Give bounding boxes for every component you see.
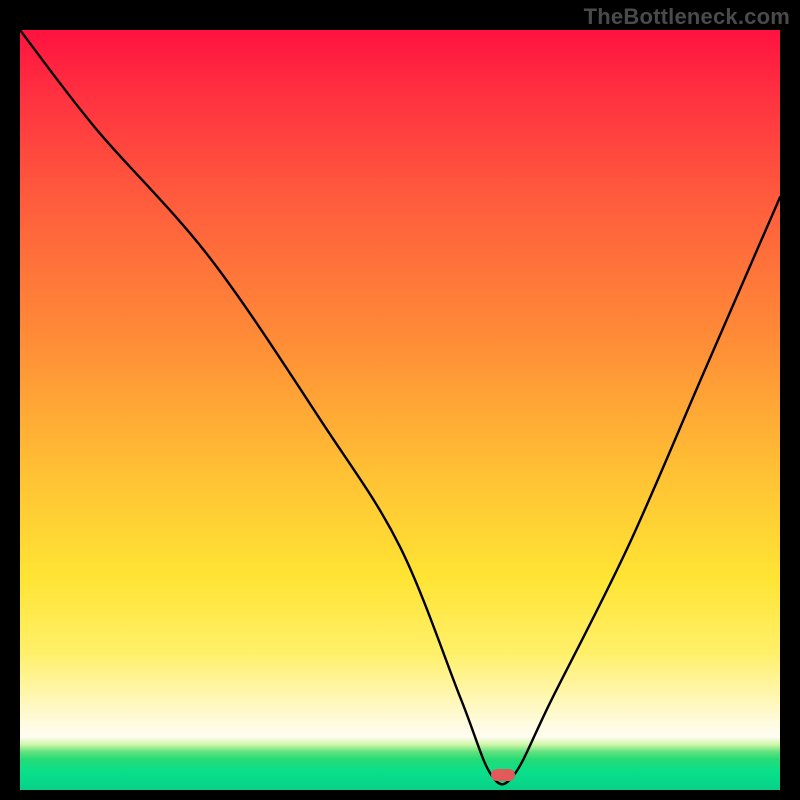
watermark-text: TheBottleneck.com: [584, 4, 790, 30]
optimum-marker: [491, 769, 515, 781]
plot-area: [20, 30, 780, 790]
bottleneck-curve: [20, 30, 780, 790]
chart-frame: TheBottleneck.com: [0, 0, 800, 800]
